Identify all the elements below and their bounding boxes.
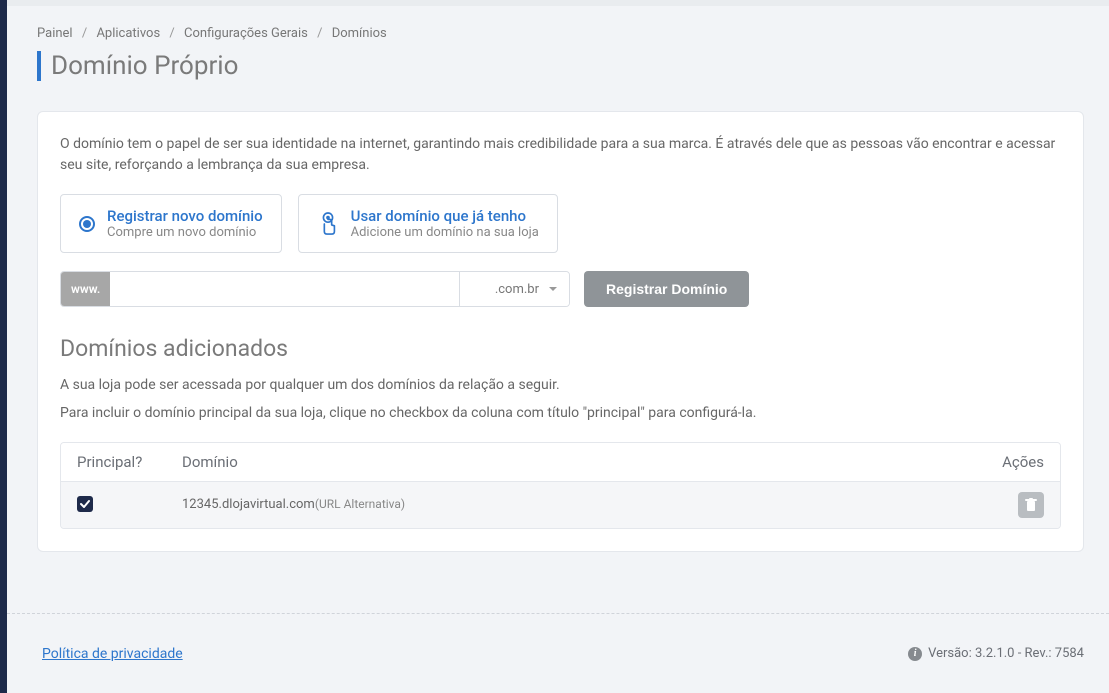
option-texts: Usar domínio que já tenho Adicione um do… bbox=[351, 207, 539, 240]
page-title: Domínio Próprio bbox=[37, 51, 1084, 81]
principal-checkbox[interactable] bbox=[77, 496, 93, 512]
version-text: Versão: 3.2.1.0 - Rev.: 7584 bbox=[928, 646, 1084, 661]
breadcrumb-item-painel[interactable]: Painel bbox=[37, 26, 73, 41]
domain-input-group: www. .com.br bbox=[60, 271, 570, 307]
domain-input[interactable] bbox=[110, 272, 459, 306]
privacy-link[interactable]: Política de privacidade bbox=[42, 646, 183, 662]
breadcrumb-item-current: Domínios bbox=[332, 26, 387, 41]
breadcrumb-item-config[interactable]: Configurações Gerais bbox=[184, 26, 308, 41]
domain-alt-label: (URL Alternativa) bbox=[315, 497, 405, 511]
breadcrumb: Painel / Aplicativos / Configurações Ger… bbox=[37, 26, 1084, 41]
option-subtitle: Compre um novo domínio bbox=[107, 225, 263, 240]
breadcrumb-sep: / bbox=[317, 26, 322, 41]
domains-table: Principal? Domínio Ações 12345.dlojavirt… bbox=[60, 442, 1061, 529]
domain-value: 12345.dlojavirtual.com bbox=[182, 497, 315, 512]
th-principal: Principal? bbox=[77, 453, 182, 471]
option-subtitle: Adicione um domínio na sua loja bbox=[351, 225, 539, 240]
th-actions: Ações bbox=[964, 453, 1044, 471]
added-domains-p2: Para incluir o domínio principal da sua … bbox=[60, 402, 1061, 426]
delete-domain-button[interactable] bbox=[1018, 492, 1044, 518]
version-info: i Versão: 3.2.1.0 - Rev.: 7584 bbox=[908, 646, 1084, 661]
added-domains-p1: A sua loja pode ser acessada por qualque… bbox=[60, 374, 1061, 398]
register-domain-button[interactable]: Registrar Domínio bbox=[584, 271, 749, 307]
www-prefix: www. bbox=[61, 272, 110, 306]
trash-icon bbox=[1025, 498, 1037, 512]
added-domains-title: Domínios adicionados bbox=[60, 335, 1061, 362]
main-content: Painel / Aplicativos / Configurações Ger… bbox=[7, 6, 1109, 592]
domain-input-row: www. .com.br Registrar Domínio bbox=[60, 271, 1061, 307]
tap-icon bbox=[317, 211, 339, 237]
domain-card: O domínio tem o papel de ser sua identid… bbox=[37, 111, 1084, 552]
option-use-existing[interactable]: Usar domínio que já tenho Adicione um do… bbox=[298, 194, 558, 253]
breadcrumb-item-aplicativos[interactable]: Aplicativos bbox=[96, 26, 160, 41]
cell-principal bbox=[77, 496, 182, 513]
cell-actions bbox=[964, 492, 1044, 518]
table-row: 12345.dlojavirtual.com(URL Alternativa) bbox=[61, 482, 1060, 528]
info-icon: i bbox=[908, 647, 922, 661]
radio-checked-icon bbox=[79, 216, 95, 232]
table-header: Principal? Domínio Ações bbox=[61, 443, 1060, 482]
intro-text: O domínio tem o papel de ser sua identid… bbox=[60, 134, 1061, 176]
left-sidebar bbox=[0, 0, 7, 693]
option-title: Registrar novo domínio bbox=[107, 207, 263, 225]
breadcrumb-sep: / bbox=[82, 26, 87, 41]
footer: Política de privacidade i Versão: 3.2.1.… bbox=[7, 613, 1109, 693]
option-title: Usar domínio que já tenho bbox=[351, 207, 539, 225]
cell-domain: 12345.dlojavirtual.com(URL Alternativa) bbox=[182, 497, 964, 512]
tld-select[interactable]: .com.br bbox=[459, 272, 569, 306]
breadcrumb-sep: / bbox=[169, 26, 174, 41]
option-row: Registrar novo domínio Compre um novo do… bbox=[60, 194, 1061, 253]
th-domain: Domínio bbox=[182, 453, 964, 471]
option-texts: Registrar novo domínio Compre um novo do… bbox=[107, 207, 263, 240]
option-register-new[interactable]: Registrar novo domínio Compre um novo do… bbox=[60, 194, 282, 253]
